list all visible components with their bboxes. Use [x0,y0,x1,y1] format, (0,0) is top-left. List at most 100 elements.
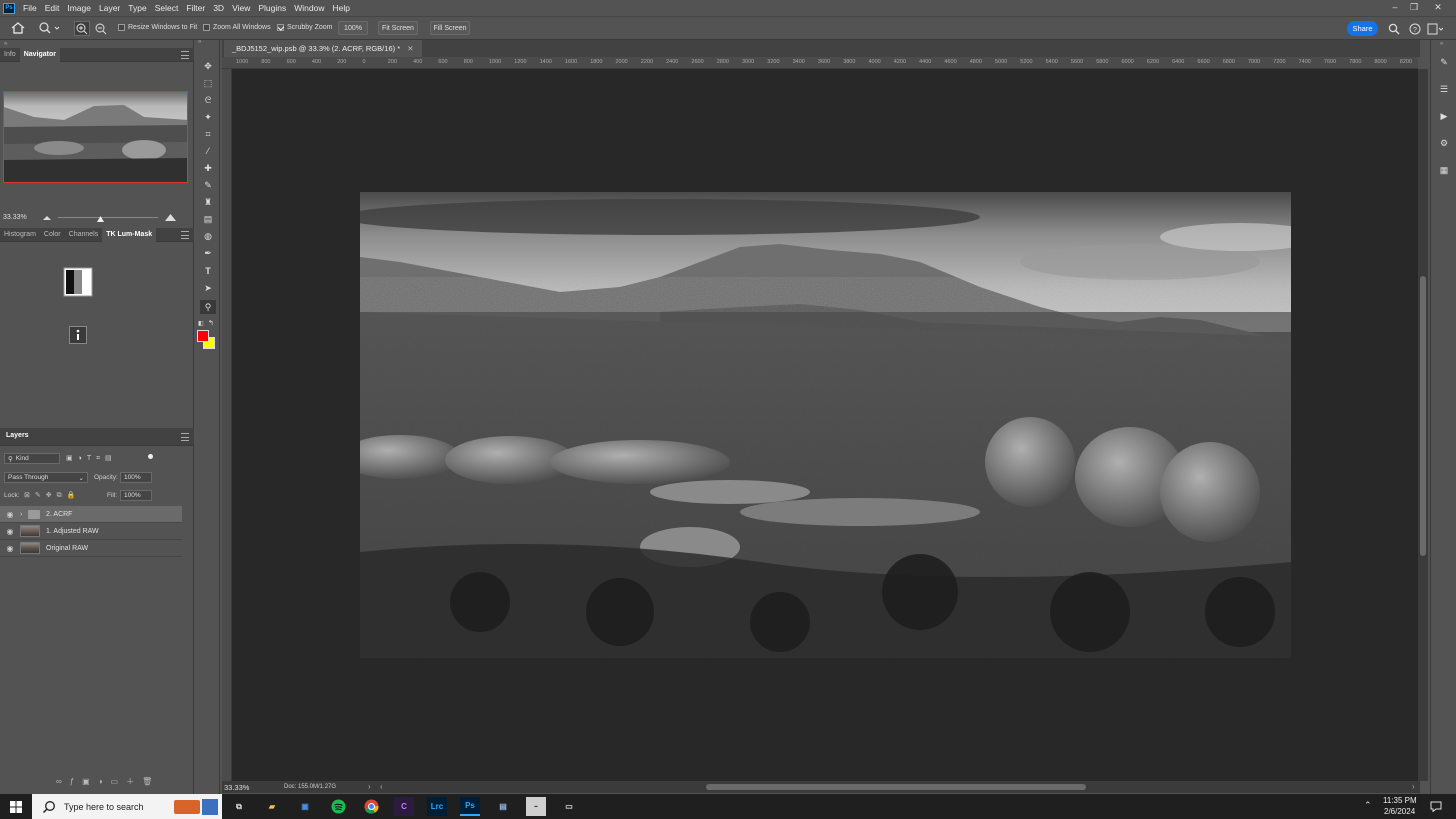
search-icon[interactable] [1388,23,1400,35]
app-drive-icon[interactable]: ▭ [559,797,579,816]
panel-menu-icon[interactable] [181,433,189,441]
panel-menu-icon[interactable] [181,51,189,59]
brush-tool-icon[interactable]: ✎ [200,178,216,192]
menu-select[interactable]: Select [151,0,183,16]
taskbar-search-box[interactable]: Type here to search [32,794,222,819]
photoshop-logo-icon[interactable]: Ps [3,2,15,14]
close-tab-icon[interactable]: ✕ [407,44,413,53]
navigator-zoom-slider[interactable] [58,217,158,218]
swap-colors-icon[interactable]: ↰ [208,319,214,327]
status-zoom[interactable]: 33.33% [224,783,249,792]
menu-help[interactable]: Help [328,0,353,16]
vertical-scrollbar[interactable] [1418,69,1428,781]
zoom-tool-icon[interactable]: ⚲ [200,300,216,314]
adjustments-icon[interactable]: ☰ [1437,83,1451,95]
chrome-icon[interactable] [361,797,381,816]
menu-file[interactable]: File [19,0,41,16]
status-menu-icon[interactable]: › [368,782,371,791]
eye-icon[interactable]: ◉ [0,544,20,553]
panel-menu-icon[interactable] [181,231,189,239]
filter-toggle-icon[interactable] [148,454,153,459]
share-button[interactable]: Share [1347,21,1378,36]
move-tool-icon[interactable]: ✥ [200,59,216,73]
properties-icon[interactable]: ⚙ [1437,137,1451,149]
spotify-icon[interactable] [328,797,348,816]
crop-tool-icon[interactable]: ⌗ [200,127,216,141]
tab-tk-lum-mask[interactable]: TK Lum-Mask [102,227,157,242]
document-tab[interactable]: _BDJ5152_wip.psb @ 33.3% (2. ACRF, RGB/1… [224,40,422,57]
tab-histogram[interactable]: Histogram [0,228,40,242]
home-icon[interactable] [11,22,25,34]
menu-edit[interactable]: Edit [41,0,64,16]
app-icon[interactable]: ▣ [295,797,315,816]
zoom-in-large-icon[interactable] [164,212,177,222]
layer-name[interactable]: Original RAW [46,545,88,552]
zoom-tool-preset-icon[interactable] [38,22,60,34]
app-logo-icon[interactable]: ▪▪ [526,797,546,816]
minimize-icon[interactable]: – [1385,0,1405,14]
file-explorer-icon[interactable]: ▰ [262,797,282,816]
windows-start-icon[interactable] [10,801,22,813]
lock-icons[interactable]: ⊠✎✥⧉🔒 [24,491,80,500]
tk-lum-mask-logo-icon[interactable] [63,267,93,297]
collapse-panel-icon[interactable]: « [4,41,7,47]
eye-icon[interactable]: ◉ [0,527,20,536]
menu-plugins[interactable]: Plugins [254,0,290,16]
fill-screen-button[interactable]: Fill Screen [430,21,470,35]
default-colors-icon[interactable]: ◧ [198,320,204,327]
vertical-ruler[interactable] [222,69,232,781]
tab-color[interactable]: Color [40,228,65,242]
foreground-color-swatch[interactable] [197,330,209,342]
layer-name[interactable]: 2. ACRF [46,511,72,518]
tab-channels[interactable]: Channels [65,228,103,242]
clock-date[interactable]: 2/6/2024 [1384,807,1415,816]
opacity-input[interactable]: 100% [120,472,152,483]
eyedropper-tool-icon[interactable]: ⁄ [200,144,216,158]
zoom-out-icon[interactable] [94,22,108,35]
fit-screen-button[interactable]: Fit Screen [378,21,418,35]
zoom-in-button[interactable] [74,21,90,36]
zoom-out-small-icon[interactable] [42,214,52,222]
menu-layer[interactable]: Layer [95,0,124,16]
scrubby-zoom-checkbox[interactable]: Scrubby Zoom [277,24,333,31]
layer-name[interactable]: 1. Adjusted RAW [46,528,99,535]
actions-play-icon[interactable]: ▶ [1437,110,1451,122]
lasso-tool-icon[interactable]: ᘓ [200,93,216,107]
horizontal-ruler[interactable]: 1000 800 600 400 200 0 200 400 600 800 1000 1200 140… [222,57,1418,69]
resize-windows-checkbox[interactable]: Resize Windows to Fit [118,24,197,31]
close-icon[interactable]: ✕ [1428,0,1448,14]
vertical-scroll-thumb[interactable] [1420,276,1426,556]
tray-chevron-up-icon[interactable]: ⌃ [1364,800,1372,811]
libraries-icon[interactable]: ▦ [1437,164,1451,176]
scroll-right-icon[interactable]: › [1412,782,1415,791]
clock-time[interactable]: 11:35 PM [1383,796,1417,805]
tab-navigator[interactable]: Navigator [19,47,60,62]
menu-image[interactable]: Image [63,0,95,16]
layer-footer-buttons[interactable]: ∞ƒ▣◑▭＋🗑 [56,776,160,787]
help-icon[interactable]: ? [1409,23,1421,35]
marquee-tool-icon[interactable]: ⬚ [200,76,216,90]
magic-wand-tool-icon[interactable]: ✦ [200,110,216,124]
zoom-slider-thumb[interactable] [96,215,105,223]
zoom-all-windows-checkbox[interactable]: Zoom All Windows [203,24,271,31]
pen-tool-icon[interactable]: ✒ [200,246,216,260]
navigator-zoom-value[interactable]: 33.33% [3,214,27,221]
gradient-tool-icon[interactable]: ▤ [200,212,216,226]
layer-row-adjusted-raw[interactable]: ◉ 1. Adjusted RAW [0,523,182,540]
type-tool-icon[interactable]: T [200,264,216,278]
expand-panels-icon[interactable]: « [1440,41,1443,47]
zoom-100-button[interactable]: 100% [338,21,368,35]
layer-row-original-raw[interactable]: ◉ Original RAW [0,540,182,557]
restore-icon[interactable]: ❐ [1404,0,1424,14]
eye-icon[interactable]: ◉ [0,510,20,519]
document-image[interactable] [360,192,1291,658]
canvas-area[interactable] [232,69,1418,781]
scroll-left-icon[interactable]: ‹ [380,782,383,791]
workspace-icon[interactable] [1427,23,1443,35]
menu-window[interactable]: Window [290,0,328,16]
layers-title[interactable]: Layers [6,432,29,439]
lightroom-classic-icon[interactable]: Lrc [427,797,447,816]
dodge-tool-icon[interactable]: ◍ [200,229,216,243]
navigator-preview[interactable] [3,91,188,183]
photoshop-taskbar-icon[interactable]: Ps [460,797,480,816]
